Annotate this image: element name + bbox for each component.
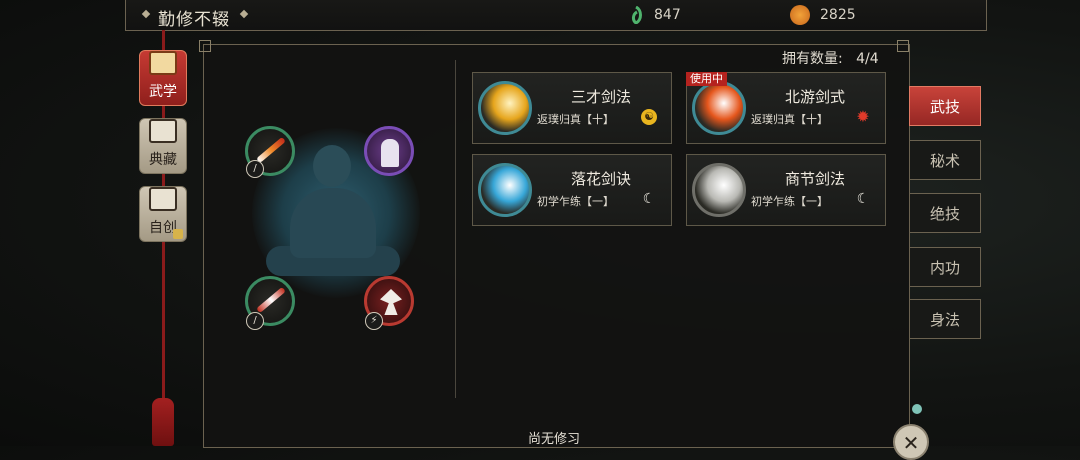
sword-art-icon bbox=[256, 286, 286, 314]
dancer-icon bbox=[381, 139, 399, 167]
sword-type-icon: / bbox=[246, 160, 264, 178]
meditating-figure-body bbox=[290, 188, 376, 258]
skill-card[interactable]: 三才剑法 返璞归真【十】 ☯ bbox=[472, 72, 672, 144]
tab-ultimate[interactable]: 绝技 bbox=[909, 193, 981, 233]
panel-divider bbox=[455, 60, 456, 398]
skill-level: 初学乍练【一】 bbox=[537, 195, 614, 208]
skill-name: 商节剑法 bbox=[784, 170, 845, 188]
jade-icon bbox=[628, 5, 644, 25]
skill-name: 三才剑法 bbox=[570, 88, 631, 106]
equip-slot-secret[interactable] bbox=[364, 126, 414, 176]
scroll-icon bbox=[149, 51, 177, 75]
top-bar bbox=[125, 0, 987, 31]
lock-icon bbox=[173, 229, 183, 239]
sword-art-icon bbox=[256, 136, 286, 164]
jade-count: 847 bbox=[654, 7, 681, 23]
status-text: 尚无修习 bbox=[528, 432, 581, 447]
sword-art-icon bbox=[692, 163, 746, 217]
books-icon bbox=[149, 119, 177, 143]
sun-icon: ✹ bbox=[856, 107, 870, 126]
owned-count: 拥有数量: 4/4 bbox=[782, 48, 879, 68]
sword-art-icon bbox=[692, 81, 746, 135]
meditating-figure-head bbox=[313, 145, 351, 187]
manual-icon bbox=[149, 187, 177, 211]
bead-ornament bbox=[912, 404, 922, 414]
skill-name: 落花剑诀 bbox=[570, 170, 631, 188]
moon-icon: ☾ bbox=[642, 191, 656, 207]
close-button[interactable]: ✕ bbox=[893, 424, 929, 460]
leaping-figure-icon bbox=[380, 289, 402, 315]
tassel-ornament bbox=[152, 398, 174, 446]
sword-type-icon: / bbox=[246, 312, 264, 330]
tab-inner-power[interactable]: 内功 bbox=[909, 247, 981, 287]
tab-martial-arts[interactable]: 武学 bbox=[139, 50, 187, 106]
movement-type-icon: ⚡ bbox=[365, 312, 383, 330]
skill-card[interactable]: 商节剑法 初学乍练【一】 ☾ bbox=[686, 154, 886, 226]
corner-ornament bbox=[199, 40, 211, 52]
in-use-badge: 使用中 bbox=[686, 72, 727, 86]
skill-name: 北游剑式 bbox=[784, 88, 845, 106]
moon-icon: ☾ bbox=[856, 191, 870, 207]
coin-icon bbox=[790, 5, 810, 25]
skill-level: 返璞归真【十】 bbox=[537, 113, 614, 126]
corner-ornament bbox=[897, 40, 909, 52]
tab-movement[interactable]: 身法 bbox=[909, 299, 981, 339]
skill-level: 返璞归真【十】 bbox=[751, 113, 828, 126]
tab-secret-art[interactable]: 秘术 bbox=[909, 140, 981, 180]
tab-collection[interactable]: 典藏 bbox=[139, 118, 187, 174]
tab-martial-skill[interactable]: 武技 bbox=[909, 86, 981, 126]
coin-count: 2825 bbox=[820, 7, 856, 23]
skill-level: 初学乍练【一】 bbox=[751, 195, 828, 208]
sword-art-icon bbox=[478, 81, 532, 135]
close-icon: ✕ bbox=[902, 431, 920, 455]
skill-card[interactable]: 落花剑诀 初学乍练【一】 ☾ bbox=[472, 154, 672, 226]
page-title: 勤修不辍 bbox=[158, 10, 230, 30]
owned-count-label: 拥有数量: bbox=[782, 51, 843, 67]
tab-label: 典藏 bbox=[149, 152, 177, 168]
yinyang-icon: ☯ bbox=[641, 109, 657, 125]
sword-art-icon bbox=[478, 163, 532, 217]
tab-label: 武学 bbox=[149, 84, 177, 100]
owned-count-value: 4/4 bbox=[856, 51, 879, 67]
